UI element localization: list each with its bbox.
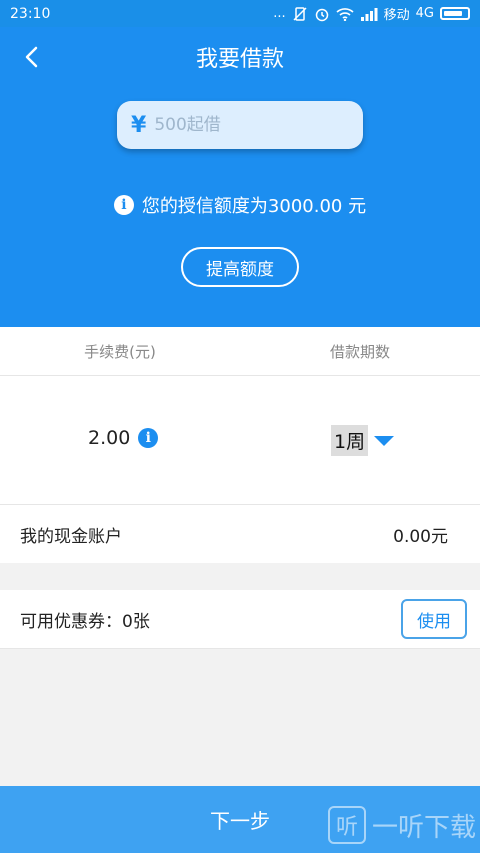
raise-limit-button[interactable]: 提高额度 [181,247,299,287]
battery-icon [440,7,470,20]
credit-limit: i 您的授信额度为3000.00 元 [0,192,480,218]
info-icon: i [113,195,134,215]
header-area: 我要借款 ¥ i 您的授信额度为3000.00 元 提高额度 [0,27,480,327]
divider [0,648,480,649]
cash-account-row: 我的现金账户 0.00元 [0,505,480,563]
coupon-label: 可用优惠券：0张 [20,611,150,632]
loan-amount-field[interactable]: ¥ [117,101,363,149]
fee-amount: 2.00 [88,427,131,449]
fee-value: 2.00 i [88,427,159,449]
period-value: 1周 [331,425,369,456]
fee-info-icon[interactable]: i [138,428,159,448]
caret-down-icon [374,435,395,446]
watermark-text: 一听下载 [371,812,476,843]
use-coupon-button[interactable]: 使用 [401,599,467,639]
watermark-logo-icon: 听 [327,806,366,844]
page-title: 我要借款 [195,47,284,72]
loan-amount-input[interactable] [154,115,335,135]
period-dropdown[interactable]: 1周 [331,425,395,456]
status-bar: 23:10 ... 移动 4G [0,0,480,27]
more-dots-icon: ... [273,6,286,21]
status-carrier: 移动 [383,8,410,23]
fee-column-header: 手续费(元) [84,343,156,361]
credit-limit-text: 您的授信额度为3000.00 元 [141,196,367,217]
status-icons: ... 移动 4G [273,4,470,23]
loan-terms-panel: 手续费(元) 借款期数 2.00 i 1周 [0,327,480,505]
cash-account-value: 0.00元 [393,526,448,547]
period-column-header: 借款期数 [329,343,390,361]
status-time: 23:10 [10,5,51,22]
watermark: 听 一听下载 [327,806,476,844]
rotation-icon [293,6,307,21]
cash-account-label: 我的现金账户 [20,526,122,547]
coupon-row: 可用优惠券：0张 使用 [0,590,480,648]
divider [0,375,480,376]
wifi-icon [336,7,354,21]
yen-icon: ¥ [131,112,147,138]
status-network: 4G [415,6,434,21]
alarm-icon [315,8,328,21]
signal-icon [360,7,378,21]
